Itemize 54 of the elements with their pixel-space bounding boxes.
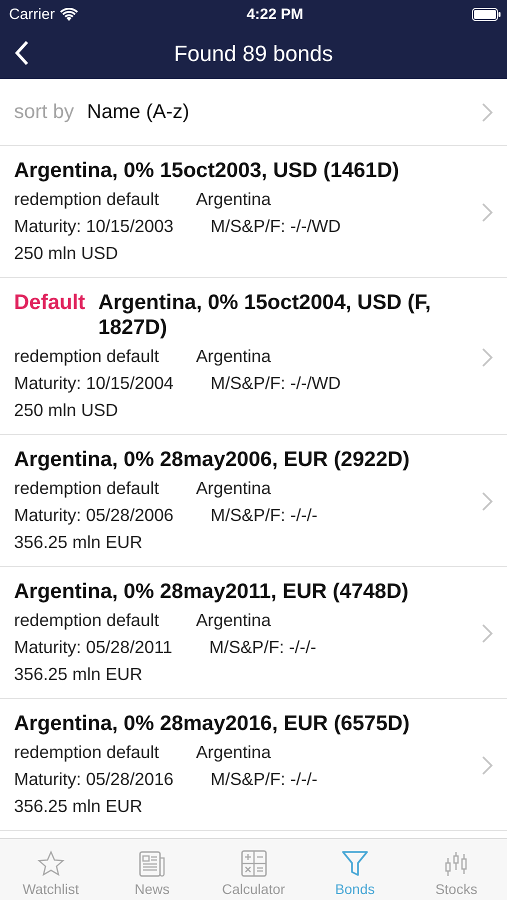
bond-country: Argentina: [196, 741, 271, 764]
bond-country: Argentina: [196, 188, 271, 211]
bond-row[interactable]: Argentina, 0% 28may2016, EUR (6575D) redemption default Argentina Maturity: 05/28/2016 M/S&P/F: -/-/- 356.25 mln EUR: [0, 699, 507, 831]
calculator-icon: [240, 850, 268, 877]
bond-type: redemption default: [14, 741, 159, 764]
chevron-icon: [482, 492, 493, 511]
wifi-icon: [60, 8, 78, 20]
star-icon: [36, 850, 65, 877]
battery-icon: [472, 8, 501, 20]
bond-title: Argentina, 0% 15oct2003, USD (1461D): [14, 158, 400, 183]
bond-volume: 356.25 mln EUR: [14, 663, 142, 686]
bond-row[interactable]: Argentina, 0% 15oct2003, USD (1461D) redemption default Argentina Maturity: 10/15/2003 M/S&P/F: -/-/WD 250 mln USD: [0, 146, 507, 278]
bond-country: Argentina: [196, 609, 271, 632]
filter-icon: [340, 850, 369, 877]
chevron-icon: [482, 624, 493, 643]
sort-row[interactable]: sort by Name (A-z): [0, 79, 507, 146]
bond-volume: 250 mln USD: [14, 242, 118, 265]
bond-type: redemption default: [14, 345, 159, 368]
sort-value: Name (A-z): [87, 100, 190, 124]
bond-maturity: Maturity: 05/28/2011: [14, 636, 172, 659]
bond-maturity: Maturity: 10/15/2004: [14, 372, 174, 395]
bond-volume: 250 mln USD: [14, 399, 118, 422]
default-label: Default: [14, 290, 86, 316]
bond-ratings: M/S&P/F: -/-/WD: [210, 372, 341, 395]
sort-label: sort by: [14, 100, 74, 124]
bond-ratings: M/S&P/F: -/-/-: [210, 768, 318, 791]
chevron-icon: [482, 102, 493, 122]
chevron-icon: [482, 756, 493, 775]
bond-type: redemption default: [14, 609, 159, 632]
bond-volume: 356.25 mln EUR: [14, 531, 142, 554]
bond-ratings: M/S&P/F: -/-/-: [210, 504, 318, 527]
bond-maturity: Maturity: 10/15/2003: [14, 215, 174, 238]
bond-country: Argentina: [196, 477, 271, 500]
bond-title: Argentina, 0% 28may2016, EUR (6575D): [14, 711, 410, 736]
chevron-icon: [482, 348, 493, 366]
bond-volume: 356.25 mln EUR: [14, 795, 142, 818]
newspaper-icon: [138, 850, 166, 877]
bond-ratings: M/S&P/F: -/-/WD: [210, 215, 341, 238]
nav-title: Found 89 bonds: [174, 40, 334, 66]
bond-maturity: Maturity: 05/28/2016: [14, 768, 174, 791]
bond-title: Argentina, 0% 28may2006, EUR (2922D): [14, 447, 410, 472]
bond-type: redemption default: [14, 188, 159, 211]
bond-row[interactable]: Argentina, 0% 28may2011, EUR (4748D) redemption default Argentina Maturity: 05/28/2011 M/S&P/F: -/-/- 356.25 mln EUR: [0, 567, 507, 699]
chevron-icon: [482, 203, 493, 222]
status-time: 4:22 PM: [246, 6, 304, 22]
bond-row[interactable]: Argentina, 0% 28may2006, EUR (2922D) redemption default Argentina Maturity: 05/28/2006 M/S&P/F: -/-/- 356.25 mln EUR: [0, 435, 507, 567]
carrier-label: Carrier: [9, 6, 55, 22]
bond-title: Argentina, 0% 28may2011, EUR (4748D): [14, 579, 409, 604]
bond-country: Argentina: [196, 345, 271, 368]
bond-title: Argentina, 0% 15oct2004, USD (F, 1827D): [98, 290, 432, 340]
bond-ratings: M/S&P/F: -/-/-: [209, 636, 316, 659]
bond-maturity: Maturity: 05/28/2006: [14, 504, 174, 527]
bond-type: redemption default: [14, 477, 159, 500]
bond-row[interactable]: Default Argentina, 0% 15oct2004, USD (F, 1827D) redemption default Argentina Maturity: 10/15/2004 M/S&P/F: -/-/WD 250 mln USD: [0, 278, 507, 435]
